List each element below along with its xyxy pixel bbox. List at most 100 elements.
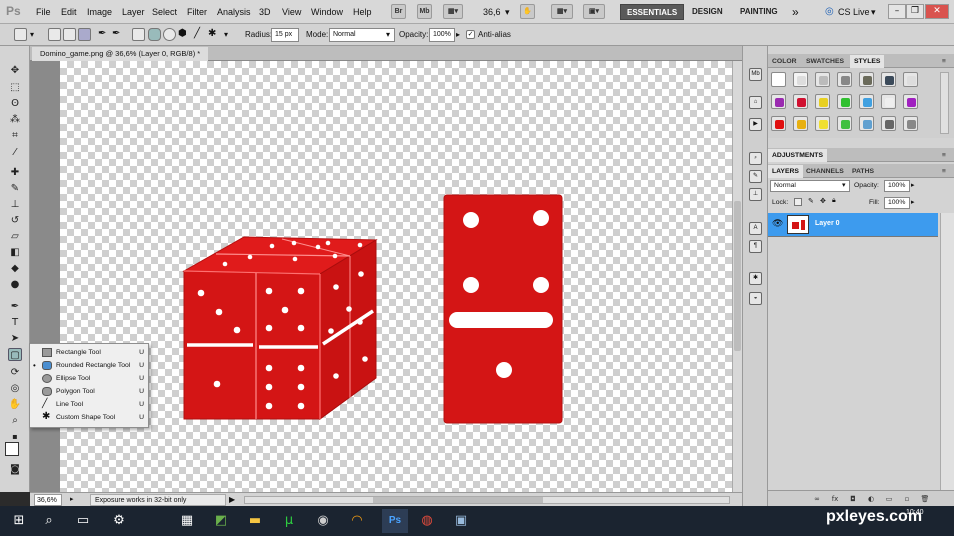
opacity-input[interactable]: 100% [429, 28, 455, 42]
foreground-color-swatch[interactable] [5, 442, 19, 456]
marquee-tool-icon[interactable]: ⬚ [8, 81, 22, 94]
rectangle-shape-icon[interactable] [132, 28, 145, 41]
healing-brush-icon[interactable]: ✚ [8, 166, 22, 179]
vertical-scrollbar[interactable] [732, 61, 742, 492]
blend-mode-dropdown-icon[interactable]: ▾ [842, 181, 845, 189]
actions-panel-icon[interactable]: ▶ [749, 118, 762, 131]
style-swatch[interactable] [793, 94, 808, 109]
style-swatch[interactable] [815, 72, 830, 87]
file-explorer-icon[interactable]: ▬ [246, 512, 264, 530]
add-mask-icon[interactable]: ◘ [848, 494, 858, 504]
history-brush-icon[interactable]: ↺ [8, 214, 22, 227]
3d-panel-icon[interactable]: ✱ [749, 272, 762, 285]
close-button[interactable]: ✕ [925, 4, 949, 19]
geometry-options-icon[interactable]: ▾ [224, 30, 228, 39]
blur-tool-icon[interactable]: ◆ [8, 262, 22, 275]
layer-style-icon[interactable]: fx [830, 494, 840, 504]
layers-scrollbar[interactable] [940, 213, 954, 490]
paragraph-panel-icon[interactable]: ¶ [749, 240, 762, 253]
layer-name[interactable]: Layer 0 [815, 220, 840, 227]
flyout-line-tool[interactable]: ╱ Line Tool U [30, 398, 148, 411]
style-swatch[interactable] [837, 72, 852, 87]
history-panel-icon[interactable]: ⌂ [749, 96, 762, 109]
cs-live-dropdown-icon[interactable]: ▾ [871, 7, 876, 18]
style-swatch[interactable] [793, 116, 808, 131]
style-swatch[interactable] [793, 72, 808, 87]
task-view-icon[interactable]: ▭ [74, 512, 92, 530]
menu-edit[interactable]: Edit [61, 7, 77, 17]
tab-adjustments[interactable]: ADJUSTMENTS [768, 149, 827, 162]
screen-mode-button[interactable]: ▣▾ [583, 4, 605, 19]
polygon-icon[interactable]: ⬢ [178, 28, 191, 41]
mini-bridge-button[interactable]: Mb [417, 4, 432, 19]
vertical-scroll-thumb[interactable] [734, 201, 741, 351]
status-menu-icon[interactable]: ▶ [229, 494, 235, 506]
3d-orbit-icon[interactable]: ◎ [8, 382, 22, 395]
app-swirl-icon[interactable]: ◠ [348, 512, 366, 530]
menu-window[interactable]: Window [311, 7, 343, 17]
style-swatch[interactable] [837, 94, 852, 109]
dodge-tool-icon[interactable]: ● [8, 278, 22, 291]
workspace-essentials[interactable]: ESSENTIALS [620, 4, 685, 20]
flyout-rectangle-tool[interactable]: Rectangle Tool U [30, 346, 148, 359]
menu-file[interactable]: File [36, 7, 51, 17]
style-swatch[interactable] [771, 116, 786, 131]
paths-icon[interactable] [63, 28, 76, 41]
settings-gear-icon[interactable]: ⚙ [110, 512, 128, 530]
style-swatch[interactable] [859, 94, 874, 109]
style-swatch[interactable] [881, 72, 896, 87]
tab-color[interactable]: COLOR [768, 55, 801, 68]
app-icon[interactable]: ◉ [314, 512, 332, 530]
tab-channels[interactable]: CHANNELS [802, 165, 848, 178]
canvas[interactable] [60, 61, 732, 492]
new-layer-icon[interactable]: ▫ [902, 494, 912, 504]
arrange-documents-button[interactable]: ▦▾ [551, 4, 573, 19]
menu-view[interactable]: View [282, 7, 301, 17]
rounded-rectangle-tool-icon[interactable]: ▢ [8, 348, 22, 361]
style-swatch[interactable] [815, 116, 830, 131]
document-tab[interactable]: Domino_game.png @ 36,6% (Layer 0, RGB/8)… [32, 47, 209, 61]
radius-input[interactable]: 15 px [271, 28, 299, 42]
clone-stamp-icon[interactable]: ⊥ [8, 198, 22, 211]
antialias-checkbox[interactable]: ✓ [466, 30, 475, 39]
delete-layer-icon[interactable]: 🗑︎ [920, 494, 930, 504]
style-swatch[interactable] [771, 72, 786, 87]
3d-rotate-icon[interactable]: ⟳ [8, 366, 22, 379]
rounded-rectangle-icon[interactable] [148, 28, 161, 41]
gradient-tool-icon[interactable]: ◧ [8, 246, 22, 259]
fill-slider-icon[interactable]: ▸ [911, 198, 914, 206]
lock-all-icon[interactable]: 🔒︎ [832, 197, 836, 205]
workspace-design[interactable]: DESIGN [686, 4, 729, 20]
visibility-eye-icon[interactable]: 👁︎ [772, 219, 783, 229]
panel-menu-icon[interactable]: ≡ [938, 55, 950, 68]
windows-start-icon[interactable]: ⊞ [10, 512, 28, 530]
tool-preset-icon[interactable] [14, 28, 27, 41]
search-icon[interactable]: ⌕ [40, 512, 58, 530]
style-swatch[interactable] [815, 94, 830, 109]
clone-source-icon[interactable]: ⊥ [749, 188, 762, 201]
panel-menu-icon[interactable]: ≡ [938, 165, 950, 178]
menu-help[interactable]: Help [353, 7, 372, 17]
zoom-field[interactable]: 36,6% [34, 494, 62, 506]
custom-shape-icon[interactable]: ✱ [208, 28, 221, 41]
mini-bridge-panel-icon[interactable]: Mb [749, 68, 762, 81]
style-swatch[interactable] [881, 94, 896, 109]
layer-row[interactable]: 👁︎ Layer 0 [768, 213, 938, 237]
line-icon[interactable]: ╱ [194, 28, 207, 41]
type-tool-icon[interactable]: T [8, 316, 22, 329]
restore-button[interactable]: ❐ [906, 4, 924, 19]
link-layers-icon[interactable]: ∞ [812, 494, 822, 504]
style-swatch[interactable] [859, 72, 874, 87]
tab-paths[interactable]: PATHS [848, 165, 878, 178]
freeform-pen-icon[interactable]: ✒ [112, 28, 125, 41]
path-select-icon[interactable]: ➤ [8, 332, 22, 345]
utorrent-icon[interactable]: µ [280, 512, 298, 530]
lock-position-icon[interactable]: ✥ [820, 197, 826, 205]
cs-live-menu[interactable]: CS Live [838, 7, 870, 17]
style-swatch[interactable] [771, 94, 786, 109]
menu-image[interactable]: Image [87, 7, 112, 17]
tool-preset-dropdown-icon[interactable]: ▾ [30, 30, 34, 39]
blend-mode-select[interactable]: Normal [770, 180, 850, 192]
pen-icon[interactable]: ✒ [98, 28, 111, 41]
style-swatch[interactable] [837, 116, 852, 131]
